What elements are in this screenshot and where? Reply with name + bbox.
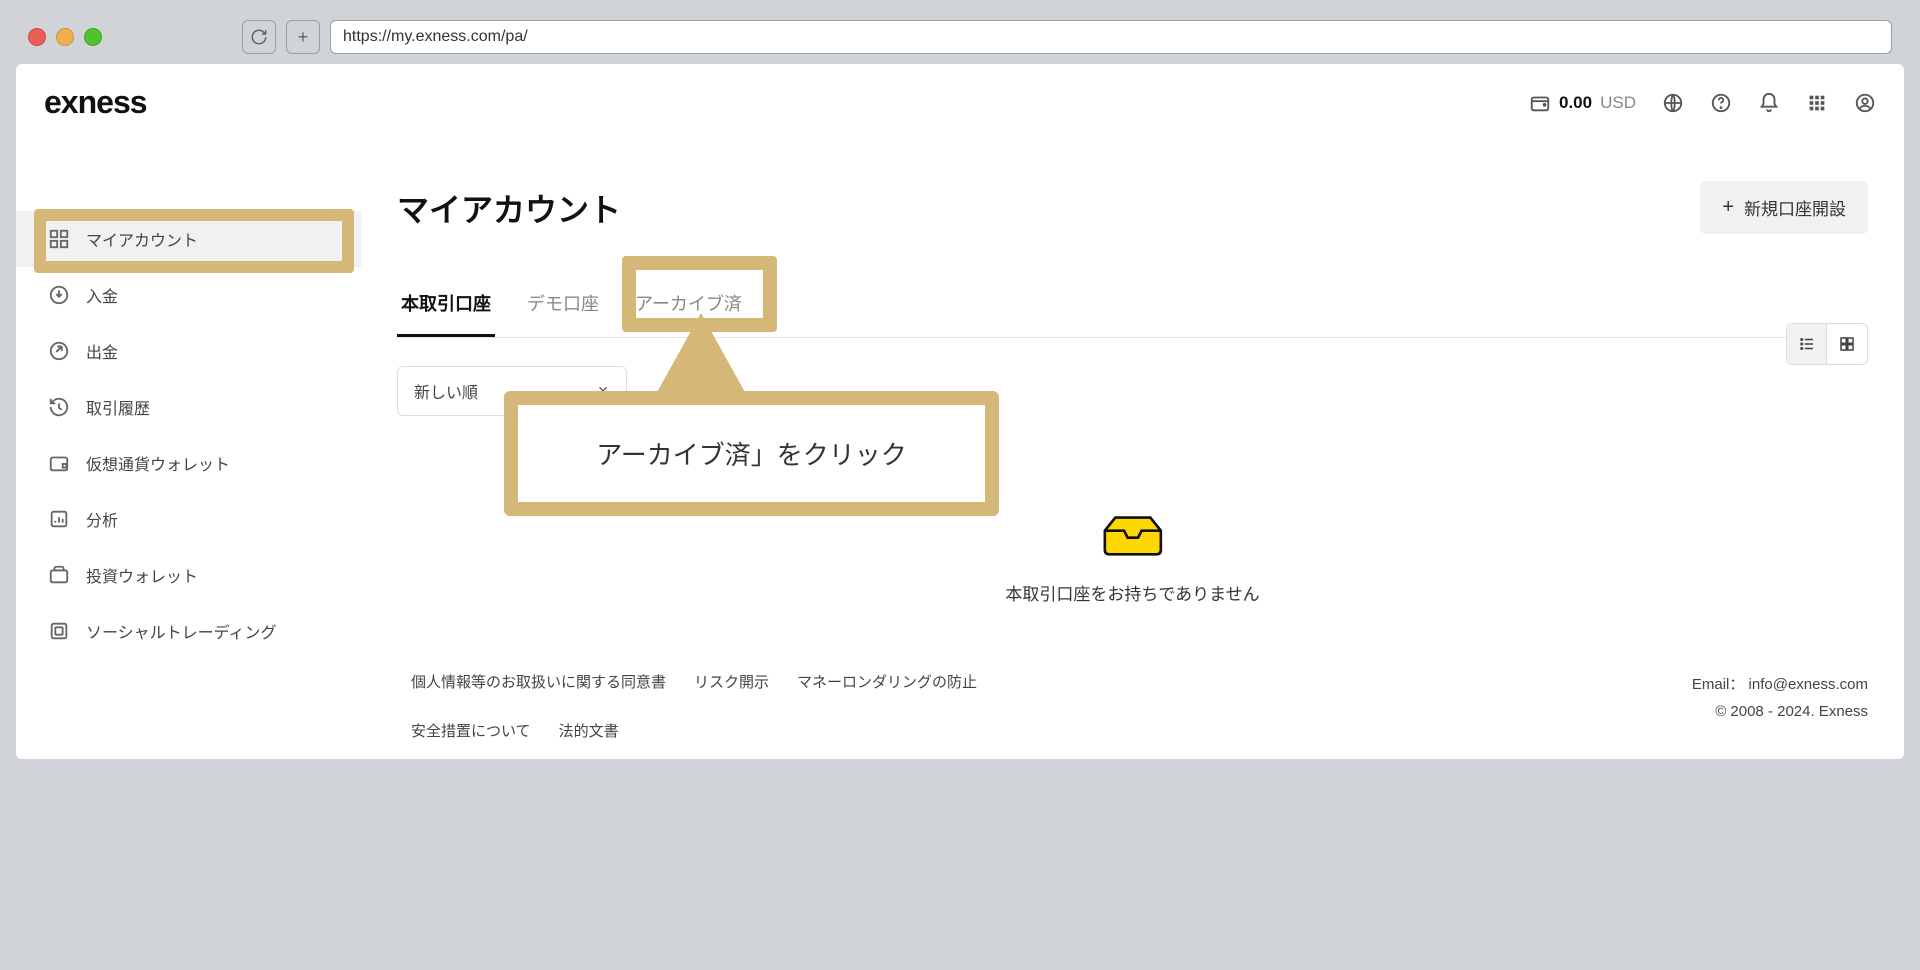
- sidebar-item-label: マイアカウント: [86, 227, 198, 251]
- callout-text: アーカイブ済」をクリック: [596, 440, 906, 470]
- new-tab-button[interactable]: +: [286, 20, 320, 54]
- plus-icon: +: [1722, 196, 1734, 219]
- logo: exness: [44, 84, 147, 121]
- new-account-label: 新規口座開設: [1744, 195, 1846, 220]
- balance[interactable]: 0.00 USD: [1529, 92, 1636, 114]
- tab-real[interactable]: 本取引口座: [397, 280, 495, 337]
- view-list-button[interactable]: [1787, 324, 1827, 364]
- sidebar-item-withdraw[interactable]: 出金: [16, 323, 361, 379]
- footer-copyright: © 2008 - 2024. Exness: [1692, 698, 1868, 725]
- page-title: マイアカウント: [397, 185, 621, 231]
- sidebar-item-label: 取引履歴: [86, 395, 150, 419]
- profile-icon[interactable]: [1854, 92, 1876, 114]
- sidebar-item-analysis[interactable]: 分析: [16, 491, 361, 547]
- analysis-icon: [48, 508, 70, 530]
- sidebar-item-invest-wallet[interactable]: 投資ウォレット: [16, 547, 361, 603]
- inbox-icon: [1005, 511, 1259, 564]
- footer-link-aml[interactable]: マネーロンダリングの防止: [797, 671, 977, 692]
- maximize-window-icon[interactable]: [84, 28, 102, 46]
- list-icon: [1798, 335, 1816, 353]
- bell-icon[interactable]: [1758, 92, 1780, 114]
- footer-link-legal[interactable]: 法的文書: [559, 720, 619, 741]
- address-bar[interactable]: https://my.exness.com/pa/: [330, 20, 1892, 54]
- sidebar-item-crypto-wallet[interactable]: 仮想通貨ウォレット: [16, 435, 361, 491]
- sidebar-item-label: 分析: [86, 507, 118, 531]
- annotation-callout: アーカイブ済」をクリック: [504, 391, 999, 516]
- traffic-lights: [28, 28, 102, 46]
- address-text: https://my.exness.com/pa/: [343, 28, 528, 46]
- balance-amount: 0.00: [1559, 93, 1592, 113]
- crypto-wallet-icon: [48, 452, 70, 474]
- sidebar-item-label: 出金: [86, 339, 118, 363]
- empty-state: 本取引口座をお持ちでありません: [1005, 511, 1259, 605]
- footer-email-label: Email：: [1692, 676, 1745, 693]
- sidebar-item-label: 投資ウォレット: [86, 563, 198, 587]
- new-account-button[interactable]: + 新規口座開設: [1700, 181, 1868, 234]
- tabs: 本取引口座 デモ口座 アーカイブ済: [397, 280, 1868, 338]
- sidebar-item-label: 入金: [86, 283, 118, 307]
- browser-bar: + https://my.exness.com/pa/: [10, 10, 1910, 64]
- footer-links: 個人情報等のお取扱いに関する同意書 リスク開示 マネーロンダリングの防止 安全措…: [411, 671, 1111, 741]
- tab-demo[interactable]: デモ口座: [523, 280, 603, 337]
- globe-icon[interactable]: [1662, 92, 1684, 114]
- sidebar-item-deposit[interactable]: 入金: [16, 267, 361, 323]
- header-right: 0.00 USD: [1529, 92, 1876, 114]
- footer-link-safety[interactable]: 安全措置について: [411, 720, 531, 741]
- footer-link-risk[interactable]: リスク開示: [694, 671, 769, 692]
- sort-label: 新しい順: [414, 379, 478, 403]
- wallet-icon: [1529, 92, 1551, 114]
- footer-right: Email： info@exness.com © 2008 - 2024. Ex…: [1692, 671, 1868, 741]
- view-grid-button[interactable]: [1827, 324, 1867, 364]
- footer-link-privacy[interactable]: 個人情報等のお取扱いに関する同意書: [411, 671, 666, 692]
- minimize-window-icon[interactable]: [56, 28, 74, 46]
- withdraw-icon: [48, 340, 70, 362]
- app-container: exness 0.00 USD: [16, 64, 1904, 759]
- sidebar-item-label: 仮想通貨ウォレット: [86, 451, 230, 475]
- deposit-icon: [48, 284, 70, 306]
- view-toggle: [1786, 323, 1868, 365]
- close-window-icon[interactable]: [28, 28, 46, 46]
- annotation-pointer: [651, 313, 751, 403]
- invest-wallet-icon: [48, 564, 70, 586]
- page-head: マイアカウント + 新規口座開設: [397, 181, 1868, 234]
- dashboard-icon: [48, 228, 70, 250]
- balance-currency: USD: [1600, 93, 1636, 113]
- browser-window: + https://my.exness.com/pa/ exness 0.00 …: [10, 10, 1910, 765]
- empty-text: 本取引口座をお持ちでありません: [1005, 580, 1259, 605]
- sidebar-item-label: ソーシャルトレーディング: [86, 619, 277, 643]
- apps-icon[interactable]: [1806, 92, 1828, 114]
- top-header: exness 0.00 USD: [16, 64, 1904, 141]
- history-icon: [48, 396, 70, 418]
- grid-icon: [1838, 335, 1856, 353]
- social-trading-icon: [48, 620, 70, 642]
- sidebar-item-social-trading[interactable]: ソーシャルトレーディング: [16, 603, 361, 659]
- footer: 個人情報等のお取扱いに関する同意書 リスク開示 マネーロンダリングの防止 安全措…: [16, 653, 1904, 759]
- help-icon[interactable]: [1710, 92, 1732, 114]
- sidebar-item-history[interactable]: 取引履歴: [16, 379, 361, 435]
- sidebar-item-my-account[interactable]: マイアカウント: [16, 211, 361, 267]
- reload-button[interactable]: [242, 20, 276, 54]
- footer-email[interactable]: info@exness.com: [1749, 676, 1868, 693]
